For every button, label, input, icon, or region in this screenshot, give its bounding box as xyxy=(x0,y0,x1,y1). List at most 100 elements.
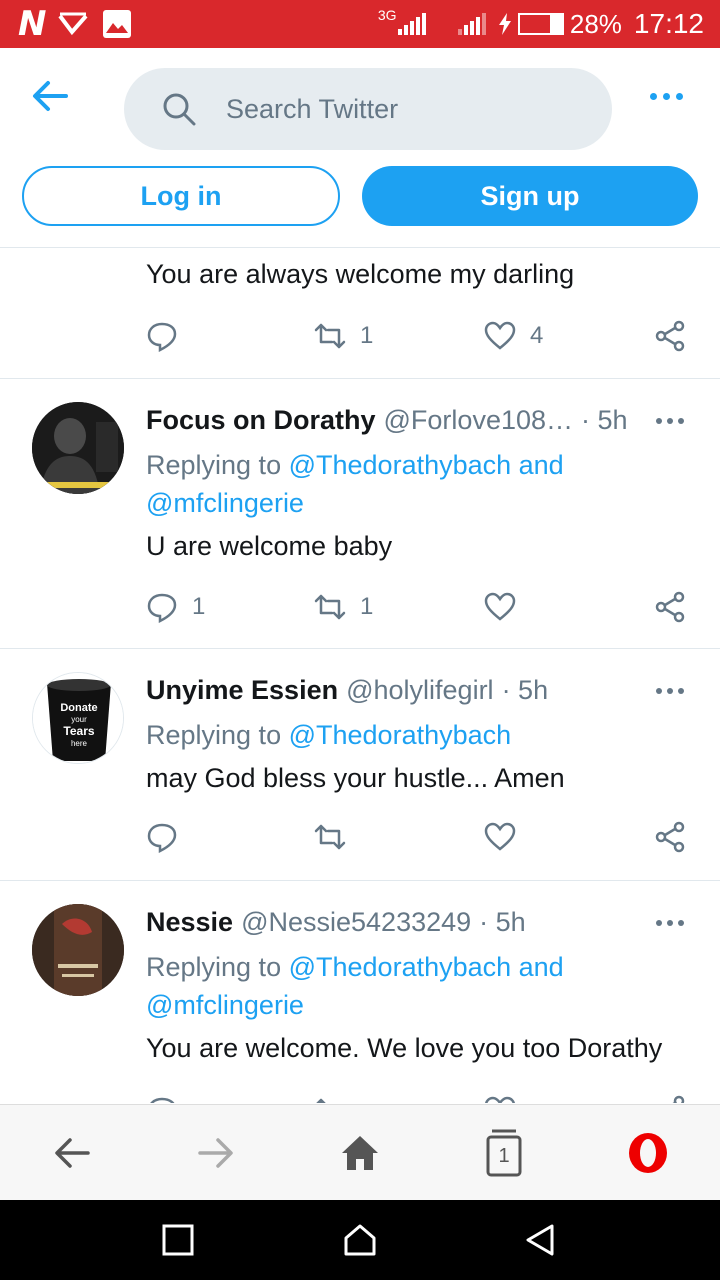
clock: 17:12 xyxy=(633,8,704,39)
replying-to-label: Replying to xyxy=(146,952,282,982)
avatar[interactable] xyxy=(32,402,124,494)
avatar[interactable] xyxy=(32,904,124,996)
signup-button[interactable]: Sign up xyxy=(362,166,698,226)
battery-indicator: 28% xyxy=(498,9,622,40)
tweet[interactable]: You are always welcome my darling 1 4 xyxy=(0,248,720,379)
tweet-time: · 5h xyxy=(581,405,628,435)
heart-icon xyxy=(484,822,516,851)
reply-mention-link[interactable]: @Thedorathybach and xyxy=(289,952,564,982)
tweet-author-handle[interactable]: @Nessie54233249 xyxy=(241,907,471,938)
avatar-text: your xyxy=(71,715,87,724)
android-nav-bar xyxy=(0,1200,720,1280)
replying-to-label: Replying to xyxy=(146,450,282,480)
tweet-author-name[interactable]: Unyime Essien xyxy=(146,675,338,706)
avatar-image xyxy=(32,402,124,494)
tweet-more-icon[interactable] xyxy=(656,418,684,424)
share-button[interactable] xyxy=(654,591,686,623)
opera-menu-icon[interactable] xyxy=(626,1131,670,1175)
heart-icon xyxy=(484,1096,516,1103)
back-arrow-icon[interactable] xyxy=(30,78,70,114)
replying-to-label: Replying to xyxy=(146,720,282,750)
signal-3g-icon: 3G xyxy=(378,7,426,35)
replying-to: Replying to @Thedorathybach and @mfcling… xyxy=(146,446,666,522)
tweet[interactable]: Nessie @Nessie54233249 · 5h Replying to … xyxy=(0,881,720,1103)
retweet-count: 1 xyxy=(360,593,374,620)
tweet-text: You are always welcome my darling xyxy=(146,259,575,289)
replying-to: Replying to @Thedorathybach xyxy=(146,716,666,754)
charging-bolt-icon xyxy=(498,13,511,35)
back-arrow-icon[interactable] xyxy=(50,1131,94,1175)
reply-icon xyxy=(147,823,177,853)
reply-mention-link[interactable]: @Thedorathybach xyxy=(289,720,512,750)
tab-count: 1 xyxy=(498,1145,510,1167)
retweet-count: 1 xyxy=(360,322,374,349)
reply-icon xyxy=(147,593,177,623)
reply-button[interactable] xyxy=(146,320,178,352)
share-button[interactable] xyxy=(654,320,686,352)
share-button[interactable] xyxy=(654,1095,686,1103)
search-icon xyxy=(163,93,196,126)
reply-button[interactable]: 1 xyxy=(146,591,205,623)
replies-timeline[interactable]: You are always welcome my darling 1 4 Fo… xyxy=(0,248,720,1103)
avatar-text: Donate xyxy=(60,702,97,714)
reply-mention-link[interactable]: @mfclingerie xyxy=(146,990,304,1020)
retweet-button[interactable]: 1 xyxy=(314,320,373,352)
app-notification-icon: N xyxy=(18,4,47,44)
battery-icon xyxy=(517,13,564,35)
heart-icon xyxy=(484,321,516,350)
reply-button[interactable] xyxy=(146,821,178,853)
heart-icon xyxy=(484,592,516,621)
tweet-time: · 5h xyxy=(479,907,526,937)
forward-arrow-icon[interactable] xyxy=(194,1131,238,1175)
retweet-button[interactable]: 1 xyxy=(314,591,373,623)
tweet[interactable]: Donate your Tears here Unyime Essien @ho… xyxy=(0,649,720,881)
reply-icon xyxy=(147,322,177,352)
tweet-text: may God bless your hustle... Amen xyxy=(146,763,565,793)
avatar[interactable]: Donate your Tears here xyxy=(32,672,124,764)
retweet-icon xyxy=(316,1098,326,1103)
tweet[interactable]: Focus on Dorathy @Forlove108… · 5h Reply… xyxy=(0,379,720,649)
tweet-author-name[interactable]: Nessie xyxy=(146,907,233,938)
share-icon xyxy=(655,320,685,352)
tweet-author-handle[interactable]: @holylifegirl xyxy=(346,675,493,706)
avatar-image xyxy=(32,904,124,996)
gallery-icon xyxy=(103,10,132,38)
search-bar[interactable] xyxy=(124,68,612,150)
reply-mention-link[interactable]: @Thedorathybach and xyxy=(289,450,564,480)
reply-mention-link[interactable]: @mfclingerie xyxy=(146,488,304,518)
more-options-icon[interactable] xyxy=(650,88,690,104)
tweet-text: You are welcome. We love you too Dorathy xyxy=(146,1033,663,1063)
like-button[interactable] xyxy=(484,1095,516,1103)
retweet-icon xyxy=(314,594,346,620)
search-input[interactable] xyxy=(226,93,586,125)
retweet-button[interactable] xyxy=(314,1095,346,1103)
login-button[interactable]: Log in xyxy=(22,166,340,226)
avatar-text: Tears xyxy=(63,724,94,738)
like-button[interactable] xyxy=(484,821,516,853)
tabs-button[interactable]: 1 xyxy=(486,1127,522,1179)
tweet-text: U are welcome baby xyxy=(146,531,393,561)
retweet-button[interactable] xyxy=(314,821,346,853)
retweet-icon xyxy=(314,323,346,349)
share-icon xyxy=(672,1095,685,1103)
like-button[interactable] xyxy=(484,591,516,623)
like-count: 4 xyxy=(530,322,544,349)
tweet-time: · 5h xyxy=(501,675,549,705)
tweet-author-handle[interactable]: @Forlove108… xyxy=(384,405,574,436)
home-circle-icon[interactable] xyxy=(342,1222,378,1258)
tweet-author-name[interactable]: Focus on Dorathy xyxy=(146,405,376,436)
tweet-more-icon[interactable] xyxy=(656,688,684,694)
reply-count: 1 xyxy=(192,593,206,620)
tweet-more-icon[interactable] xyxy=(656,920,684,926)
retweet-icon xyxy=(314,824,346,850)
reply-button[interactable] xyxy=(146,1095,178,1103)
avatar-image: Donate your Tears here xyxy=(33,673,123,763)
share-button[interactable] xyxy=(654,821,686,853)
home-icon[interactable] xyxy=(338,1131,382,1175)
avatar-text: here xyxy=(71,739,88,748)
like-button[interactable]: 4 xyxy=(484,320,543,352)
share-icon xyxy=(655,591,685,623)
back-triangle-icon[interactable] xyxy=(522,1222,558,1258)
twitter-header: Log in Sign up xyxy=(0,48,720,248)
recents-square-icon[interactable] xyxy=(160,1222,196,1258)
